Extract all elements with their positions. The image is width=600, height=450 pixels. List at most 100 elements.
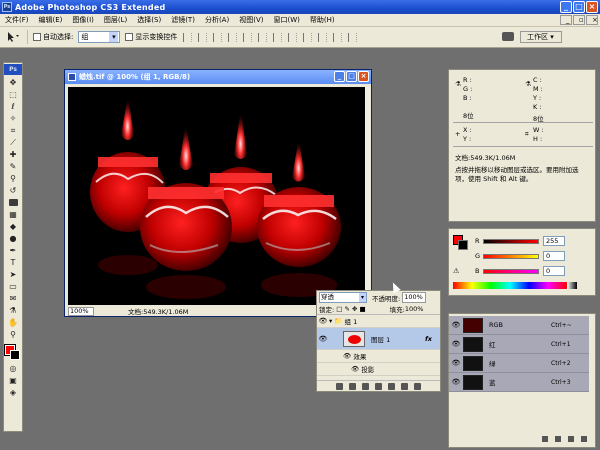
distribute-right-icon[interactable]	[348, 32, 358, 42]
new-layer-icon[interactable]	[401, 382, 408, 390]
layer-row-group[interactable]: 👁 ▾ 📁 组 1	[317, 315, 440, 328]
document-titlebar[interactable]: 蜡烛.tif @ 100% (组 1, RGB/8) _ □ ×	[65, 70, 371, 84]
delete-channel-icon[interactable]	[581, 436, 587, 442]
image-canvas[interactable]	[68, 87, 366, 305]
distribute-vcenter-icon[interactable]	[288, 32, 298, 42]
healing-brush-icon[interactable]: ✚	[5, 149, 21, 160]
close-button[interactable]: ×	[586, 1, 598, 13]
gradient-tool-icon[interactable]: ▦	[5, 209, 21, 220]
layer-effect-item-row[interactable]: 👁 投影	[317, 363, 440, 376]
menu-view[interactable]: 视图(V)	[234, 15, 268, 25]
link-layers-icon[interactable]	[336, 382, 343, 390]
color-g-slider[interactable]	[483, 253, 539, 259]
auto-select-checkbox[interactable]	[33, 33, 41, 41]
auto-select-dropdown[interactable]: 组	[78, 31, 121, 43]
type-tool-icon[interactable]: T	[5, 257, 21, 268]
distribute-bottom-icon[interactable]	[303, 32, 313, 42]
color-spectrum-bar[interactable]	[453, 282, 577, 289]
channel-row-rgb[interactable]: 👁 RGB Ctrl+~	[449, 316, 589, 335]
load-selection-icon[interactable]	[542, 436, 548, 442]
adjustment-layer-icon[interactable]	[375, 382, 382, 390]
color-panel-swatches[interactable]	[453, 235, 468, 250]
effect-eye-icon[interactable]: 👁	[351, 365, 361, 373]
align-vcenter-icon[interactable]	[198, 32, 208, 42]
align-left-icon[interactable]	[228, 32, 238, 42]
menu-image[interactable]: 图像(I)	[67, 15, 99, 25]
distribute-top-icon[interactable]	[273, 32, 283, 42]
visibility-eye-icon[interactable]: 👁	[317, 335, 329, 343]
visibility-eye-icon[interactable]: 👁	[449, 378, 463, 386]
channel-row-green[interactable]: 👁 绿 Ctrl+2	[449, 354, 589, 373]
opacity-input[interactable]: 100%	[402, 292, 427, 303]
distribute-hcenter-icon[interactable]	[333, 32, 343, 42]
new-group-icon[interactable]	[388, 382, 395, 390]
hand-tool-icon[interactable]: ✋	[5, 317, 21, 328]
doc-win-close-button[interactable]: ×	[358, 71, 369, 82]
brush-tool-icon[interactable]: ✎	[5, 161, 21, 172]
layer-row-selected[interactable]: 👁 图层 1 fx	[317, 328, 440, 350]
visibility-eye-icon[interactable]: 👁	[449, 340, 463, 348]
slice-tool-icon[interactable]: ⟋	[5, 137, 21, 148]
clone-stamp-icon[interactable]: ⚲	[5, 173, 21, 184]
visibility-eye-icon[interactable]: 👁	[449, 359, 463, 367]
color-r-slider[interactable]	[483, 238, 539, 244]
marquee-tool-icon[interactable]: ⬚	[5, 89, 21, 100]
shape-tool-icon[interactable]: ▭	[5, 281, 21, 292]
color-r-input[interactable]: 255	[543, 236, 565, 246]
workspace-button[interactable]: 工作区 ▾	[520, 31, 562, 43]
quick-mask-icon[interactable]: ◎	[5, 363, 21, 374]
menu-help[interactable]: 帮助(H)	[305, 15, 340, 25]
layer-effects-row[interactable]: 👁 效果	[317, 350, 440, 363]
eyedropper-tool-icon[interactable]: ⚗	[5, 305, 21, 316]
align-top-icon[interactable]	[183, 32, 193, 42]
save-selection-icon[interactable]	[555, 436, 561, 442]
doc-close-button[interactable]: ×	[586, 15, 598, 25]
doc-restore-button[interactable]: ▫	[573, 15, 585, 25]
panel-background-swatch[interactable]	[458, 240, 468, 250]
visibility-eye-icon[interactable]: 👁	[317, 317, 329, 325]
history-brush-icon[interactable]: ↺	[5, 185, 21, 196]
menu-window[interactable]: 窗口(W)	[268, 15, 304, 25]
crop-tool-icon[interactable]: ⌗	[5, 125, 21, 136]
add-mask-icon[interactable]	[362, 382, 369, 390]
new-channel-icon[interactable]	[568, 436, 574, 442]
dodge-tool-icon[interactable]: ●	[5, 233, 21, 244]
menu-layer[interactable]: 图层(L)	[99, 15, 132, 25]
menu-select[interactable]: 选择(S)	[132, 15, 166, 25]
menu-filter[interactable]: 滤镜(T)	[166, 15, 200, 25]
minimize-button[interactable]: _	[560, 1, 572, 13]
effect-eye-icon[interactable]: 👁	[343, 352, 353, 360]
move-tool-preset-icon[interactable]	[6, 30, 28, 44]
screen-mode-icon[interactable]: ▣	[5, 375, 21, 386]
background-color-swatch[interactable]	[10, 350, 20, 360]
magic-wand-tool-icon[interactable]: ✧	[5, 113, 21, 124]
path-selection-icon[interactable]: ➤	[5, 269, 21, 280]
fx-icon[interactable]: fx	[425, 335, 432, 343]
zoom-level-field[interactable]: 100%	[68, 306, 94, 316]
zoom-tool-icon[interactable]: ⚲	[5, 329, 21, 340]
align-hcenter-icon[interactable]	[243, 32, 253, 42]
color-g-input[interactable]: 0	[543, 251, 565, 261]
color-b-slider[interactable]	[483, 268, 539, 274]
menu-file[interactable]: 文件(F)	[0, 15, 34, 25]
jump-to-imageready-icon[interactable]: ◈	[5, 387, 21, 398]
show-transform-checkbox[interactable]	[125, 33, 134, 41]
menu-analysis[interactable]: 分析(A)	[200, 15, 234, 25]
color-b-input[interactable]: 0	[543, 266, 565, 276]
lasso-tool-icon[interactable]: ℓ	[5, 101, 21, 112]
lock-icons[interactable]: □ ✎ ✥ ■	[334, 305, 365, 313]
align-bottom-icon[interactable]	[213, 32, 223, 42]
doc-minimize-button[interactable]: _	[560, 15, 572, 25]
menu-edit[interactable]: 编辑(E)	[34, 15, 68, 25]
doc-win-minimize-button[interactable]: _	[334, 71, 345, 82]
blur-tool-icon[interactable]: ◆	[5, 221, 21, 232]
bridge-icon[interactable]	[502, 32, 514, 41]
distribute-left-icon[interactable]	[318, 32, 328, 42]
fill-value[interactable]: 100%	[405, 305, 424, 313]
pen-tool-icon[interactable]: ✒	[5, 245, 21, 256]
color-swatches[interactable]	[4, 344, 22, 362]
group-expand-icon[interactable]: ▾ 📁	[329, 317, 345, 325]
add-style-icon[interactable]	[349, 382, 356, 390]
channel-row-blue[interactable]: 👁 蓝 Ctrl+3	[449, 373, 589, 392]
eraser-tool-icon[interactable]	[5, 197, 21, 208]
